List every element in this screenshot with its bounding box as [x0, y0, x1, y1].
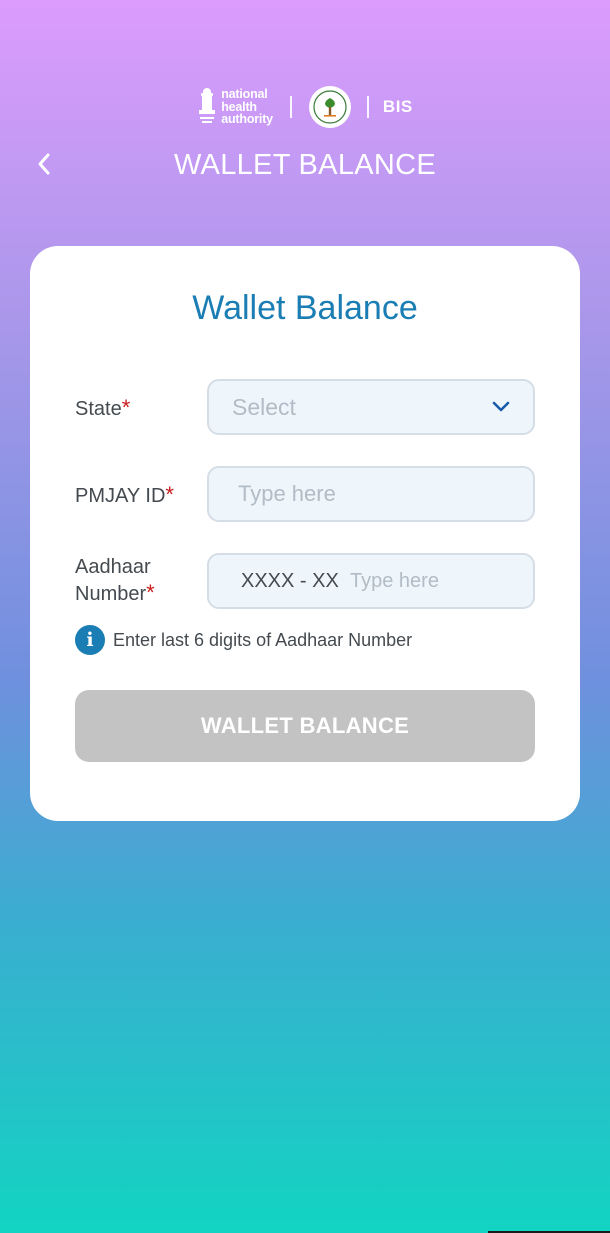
logo-separator	[289, 96, 292, 118]
aadhaar-hint: i Enter last 6 digits of Aadhaar Number	[75, 624, 412, 656]
state-label: State*	[75, 395, 130, 422]
aadhaar-label-line2-wrap: Number*	[75, 580, 155, 607]
nha-logo: national health authority	[197, 85, 273, 129]
required-mark: *	[165, 482, 174, 507]
bis-label: BIS	[382, 97, 413, 116]
aadhaar-input[interactable]	[350, 555, 520, 607]
state-label-text: State	[75, 398, 122, 420]
info-icon: i	[75, 625, 105, 655]
required-mark: *	[146, 580, 155, 605]
aadhaar-prefix: XXXX - XX	[241, 570, 339, 592]
national-emblem-icon	[199, 88, 216, 123]
pmjay-id-field	[207, 466, 535, 522]
aadhaar-label-line1: Aadhaar	[75, 556, 151, 578]
aadhaar-field: XXXX - XX	[207, 553, 535, 609]
chevron-down-icon	[492, 401, 510, 412]
aadhaar-hint-text: Enter last 6 digits of Aadhaar Number	[113, 629, 413, 650]
pmjay-logo	[308, 86, 351, 128]
pmjay-id-label: PMJAY ID*	[75, 482, 174, 509]
card-title: Wallet Balance	[192, 289, 418, 327]
state-select-value: Select	[232, 394, 296, 420]
pmjay-seal-icon	[313, 90, 347, 124]
page-title: WALLET BALANCE	[173, 149, 437, 181]
aadhaar-label: Aadhaar Number*	[75, 554, 155, 607]
pmjay-id-label-text: PMJAY ID	[75, 485, 166, 507]
logo-separator	[366, 96, 369, 118]
nha-logo-line: national	[221, 87, 268, 102]
state-select[interactable]: Select	[207, 379, 535, 435]
nha-logo-line: authority	[221, 112, 273, 127]
required-mark: *	[121, 395, 131, 420]
wallet-balance-button[interactable]: WALLET BALANCE	[75, 690, 535, 762]
nha-logo-text: national health authority	[221, 88, 273, 126]
pmjay-id-input[interactable]	[238, 468, 518, 520]
header-logos: national health authority BIS	[0, 82, 610, 132]
aadhaar-label-line2: Number	[75, 583, 147, 605]
